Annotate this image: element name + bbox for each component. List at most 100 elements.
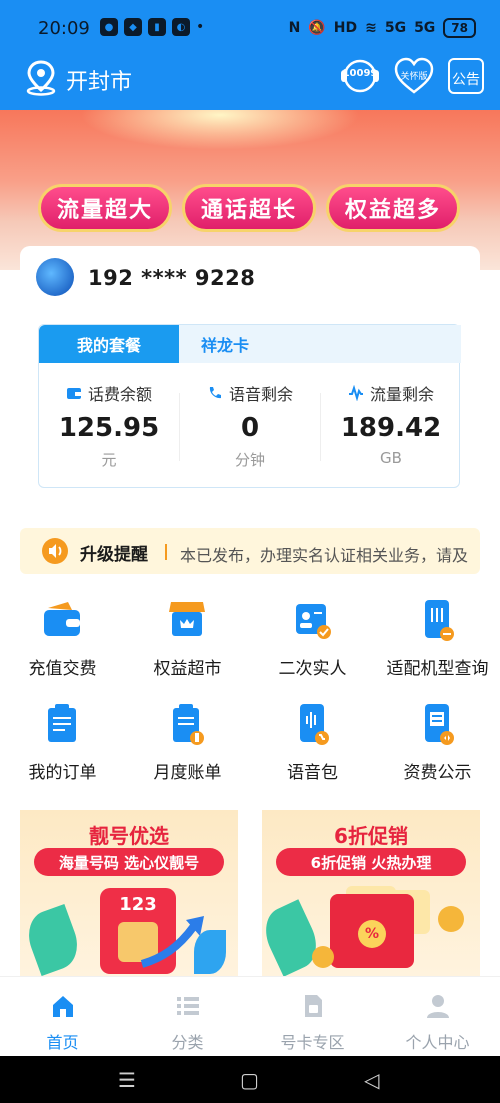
tariff-icon xyxy=(425,704,454,745)
grid-item-tariff[interactable]: 资费公示 xyxy=(375,702,500,794)
upgrade-title: 升级提醒 xyxy=(80,545,148,565)
promo-card-discount[interactable]: 6折促销 6折促销 火热办理 % xyxy=(262,810,480,976)
coin-icon xyxy=(312,946,334,968)
care-mode-button[interactable]: 关怀版 xyxy=(392,56,436,96)
leaf-decoration xyxy=(194,930,226,974)
nav-sim-zone[interactable]: 号卡专区 xyxy=(250,977,375,1057)
grid-label: 月度账单 xyxy=(153,763,222,783)
grid-item-recharge[interactable]: 充值交费 xyxy=(0,598,125,690)
metric-voice-value: 0 xyxy=(240,413,260,443)
nav-label: 个人中心 xyxy=(405,1033,470,1052)
red-envelope-illustration: % xyxy=(330,894,414,968)
grid-item-monthly-bill[interactable]: 月度账单 xyxy=(125,702,250,794)
discount-badge: % xyxy=(358,920,386,948)
signal-icon-2: 5G xyxy=(414,20,436,36)
voice-pack-icon xyxy=(300,704,329,745)
top-bar: 20:09 ● ◆ ▮ ◐ • N 🔕 HD ≋ 5G 5G 78 开封市 10… xyxy=(0,0,500,110)
metric-data-label: 流量剩余 xyxy=(369,385,434,404)
notice-button[interactable]: 公告 xyxy=(448,58,484,94)
package-panel: 我的套餐 祥龙卡 话费余额 125.95 元 语音剩余 0 分钟 流量剩余 18… xyxy=(38,324,461,488)
service-grid: 充值交费 权益超市 二次实人 适配机型查询 我的订单 月度账单 语音包 资费公示 xyxy=(0,598,500,798)
tab-my-package[interactable]: 我的套餐 xyxy=(39,325,179,363)
phone-number: 192 **** 9228 xyxy=(88,266,256,290)
grid-label: 二次实人 xyxy=(278,659,347,679)
home-square-icon[interactable]: ▢ xyxy=(240,1068,259,1092)
city-selector[interactable]: 开封市 xyxy=(66,64,132,96)
upgrade-text: 本已发布，办理实名认证相关业务，请及 xyxy=(180,546,469,565)
bottom-nav: 首页 分类 号卡专区 个人中心 xyxy=(0,976,500,1056)
app-notify-icon-2: ▮ xyxy=(148,18,166,36)
metric-data-value: 189.42 xyxy=(340,413,442,443)
more-dot-icon: • xyxy=(196,19,205,35)
grid-item-voice-pack[interactable]: 语音包 xyxy=(250,702,375,794)
wave-icon xyxy=(348,385,363,401)
nav-category[interactable]: 分类 xyxy=(125,977,250,1057)
notification-icons: ● ◆ ▮ ◐ • xyxy=(100,18,204,36)
nav-profile[interactable]: 个人中心 xyxy=(375,977,500,1057)
upgrade-separator xyxy=(165,544,167,560)
banner-pill-1: 流量超大 xyxy=(38,184,172,232)
menu-icon[interactable]: ☰ xyxy=(118,1068,136,1092)
nav-home[interactable]: 首页 xyxy=(0,977,125,1057)
home-icon xyxy=(53,996,73,1017)
app-notify-icon-3: ◐ xyxy=(172,18,190,36)
mute-icon: 🔕 xyxy=(308,20,326,36)
tab-xianglong-card[interactable]: 祥龙卡 xyxy=(179,325,461,363)
system-icons: N 🔕 HD ≋ 5G 5G 78 xyxy=(289,18,476,38)
promo-subtitle: 6折促销 火热办理 xyxy=(276,848,466,876)
status-bar: 20:09 ● ◆ ▮ ◐ • N 🔕 HD ≋ 5G 5G 78 xyxy=(0,0,500,56)
hotline-button[interactable]: 10099 xyxy=(338,56,382,96)
location-pin-icon[interactable] xyxy=(24,60,58,96)
wallet-icon xyxy=(44,602,80,636)
metric-voice[interactable]: 语音剩余 0 分钟 xyxy=(180,381,320,470)
phone-settings-icon xyxy=(425,600,454,641)
signal-icon-1: 5G xyxy=(384,20,407,36)
promo-subtitle: 海量号码 选心仪靓号 xyxy=(34,848,224,876)
nav-label: 分类 xyxy=(171,1033,204,1052)
wifi-icon: ≋ xyxy=(365,20,377,36)
wallet-icon xyxy=(66,388,81,399)
bill-icon xyxy=(173,704,204,745)
metric-data[interactable]: 流量剩余 189.42 GB xyxy=(321,381,461,467)
grid-item-real-name[interactable]: 二次实人 xyxy=(250,598,375,690)
metric-balance[interactable]: 话费余额 125.95 元 xyxy=(39,381,179,470)
promo-card-vanity-number[interactable]: 靓号优选 海量号码 选心仪靓号 123 xyxy=(20,810,238,976)
leaf-decoration xyxy=(21,903,85,976)
grid-label: 充值交费 xyxy=(28,659,97,679)
coin-icon xyxy=(438,906,464,932)
promo-title: 6折促销 xyxy=(334,824,408,848)
app-header: 开封市 10099 关怀版 公告 xyxy=(0,56,500,110)
sim-card-icon xyxy=(305,995,322,1017)
grid-item-my-orders[interactable]: 我的订单 xyxy=(0,702,125,794)
banner-glow xyxy=(80,110,360,150)
status-time: 20:09 xyxy=(38,18,90,39)
id-card-icon xyxy=(296,604,331,639)
metric-balance-unit: 元 xyxy=(101,451,117,469)
grid-label: 我的订单 xyxy=(28,763,97,783)
shop-icon xyxy=(169,602,205,636)
phone-icon xyxy=(209,387,221,399)
grid-item-device-query[interactable]: 适配机型查询 xyxy=(375,598,500,690)
carrier-logo xyxy=(36,258,74,296)
promo-title: 靓号优选 xyxy=(89,824,169,848)
nfc-icon: N xyxy=(288,20,301,36)
banner-pill-2: 通话超长 xyxy=(182,184,316,232)
grid-item-benefits-mall[interactable]: 权益超市 xyxy=(125,598,250,690)
grid-label: 资费公示 xyxy=(403,763,472,783)
back-icon[interactable]: ◁ xyxy=(364,1068,379,1092)
battery-icon: 78 xyxy=(443,18,476,38)
metric-balance-label: 话费余额 xyxy=(87,385,152,404)
nav-label: 号卡专区 xyxy=(280,1033,345,1052)
upgrade-notice[interactable]: 升级提醒 本已发布，办理实名认证相关业务，请及 xyxy=(20,528,480,574)
hd-icon: HD xyxy=(333,20,358,36)
grid-label: 权益超市 xyxy=(153,659,222,679)
metric-data-unit: GB xyxy=(380,449,402,467)
grid-label: 适配机型查询 xyxy=(386,659,489,679)
metric-voice-unit: 分钟 xyxy=(234,451,265,469)
user-icon xyxy=(427,995,449,1018)
grid-label: 语音包 xyxy=(287,763,338,783)
hotline-number: 10099 xyxy=(342,68,378,79)
nav-label: 首页 xyxy=(46,1033,79,1052)
list-icon xyxy=(177,997,199,1015)
speaker-icon xyxy=(42,538,68,564)
